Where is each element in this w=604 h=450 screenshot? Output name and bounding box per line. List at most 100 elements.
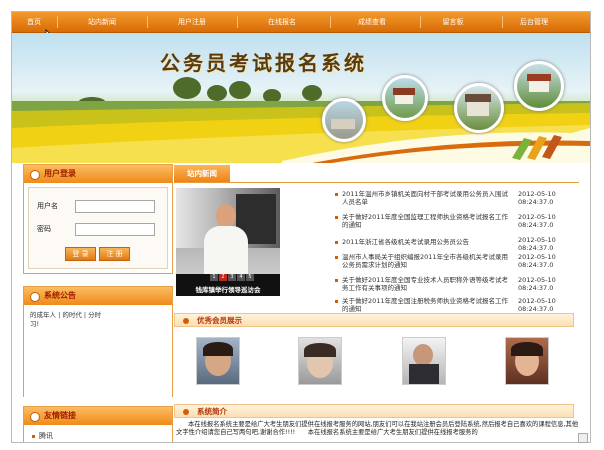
- banner-photo-circle: [514, 61, 564, 111]
- hair-shape: [203, 342, 233, 356]
- nav-divider: [330, 16, 331, 28]
- nav-admin[interactable]: 后台管理: [514, 12, 554, 32]
- roof-shape: [465, 94, 491, 102]
- news-item[interactable]: 2011年浙江省各级机关考试录用公务员公告: [335, 238, 514, 246]
- login-box-header: 用户登录: [24, 165, 172, 183]
- news-item-date: 2012-05-10 08:24:37.0: [518, 297, 556, 313]
- hair-shape: [304, 343, 336, 357]
- news-item-title: 温州市人事局关于组织编报2011年全市各级机关考试录用公务员需求计划的通知: [342, 253, 509, 269]
- news-time: 08:24:37.0: [518, 284, 554, 292]
- news-time: 08:24:37.0: [518, 244, 554, 252]
- user-icon: [30, 170, 40, 180]
- news-item-date: 2012-05-10 08:24:37.0: [518, 190, 556, 206]
- nav-news[interactable]: 站内新闻: [82, 12, 122, 32]
- announcement-box: 系统公告 的成年人 | 的时代 | 分时 习!: [23, 286, 173, 397]
- resize-handle-icon[interactable]: [578, 433, 588, 443]
- news-date: 2012-05-10: [518, 297, 556, 305]
- links-header: 友情链接: [24, 407, 172, 425]
- news-item-date: 2012-05-10 08:24:37.0: [518, 213, 556, 229]
- house-shape: [395, 94, 413, 104]
- login-box: 用户登录 用户名 密码 登 录 注 册: [23, 164, 173, 274]
- left-column: 用户登录 用户名 密码 登 录 注 册 系统公告 的成年人 | 的时代 | 分时…: [23, 162, 173, 442]
- news-item[interactable]: 2011年温州市乡镇机关面向村干部考试录用公务员入围试人员名单: [335, 190, 514, 206]
- nav-register[interactable]: 用户注册: [172, 12, 212, 32]
- bullet-icon: [32, 434, 35, 438]
- hair-shape: [511, 342, 543, 356]
- link-label: 腾讯: [39, 432, 53, 440]
- nav-divider: [420, 16, 421, 28]
- news-item[interactable]: 关于做好2011年度全国监理工程师执业资格考试报名工作的通知: [335, 213, 514, 229]
- username-input[interactable]: [75, 200, 155, 213]
- news-date: 2012-05-10: [518, 253, 556, 261]
- banner-photo-circle: [382, 75, 428, 121]
- nav-scores[interactable]: 成绩查看: [352, 12, 392, 32]
- news-time: 08:24:37.0: [518, 221, 554, 229]
- suit-shape: [409, 364, 439, 384]
- link-icon: [30, 412, 40, 422]
- nav-guestbook[interactable]: 留言板: [437, 12, 469, 32]
- login-button[interactable]: 登 录: [65, 247, 96, 261]
- news-time: 08:24:37.0: [518, 305, 554, 313]
- news-tab[interactable]: 站内新闻: [174, 165, 230, 182]
- news-item-title: 关于做好2011年度全国注册税务师执业资格考试报名工作的通知: [342, 297, 509, 313]
- link-item[interactable]: 腾讯: [32, 431, 53, 441]
- news-item-title: 关于做好2011年度全国监理工程师执业资格考试报名工作的通知: [342, 213, 509, 229]
- register-button[interactable]: 注 册: [99, 247, 130, 261]
- nav-home[interactable]: 首页: [20, 12, 48, 32]
- login-form: 用户名 密码 登 录 注 册: [28, 187, 168, 269]
- nav-divider: [57, 16, 58, 28]
- top-nav: 首页 站内新闻 用户注册 在线报名 成绩查看 留言板 后台管理: [12, 12, 590, 33]
- banner-photo-circle: [322, 98, 366, 142]
- links-box: 友情链接 腾讯: [23, 406, 173, 442]
- username-label: 用户名: [37, 202, 58, 210]
- roof-shape: [393, 88, 415, 95]
- house-shape: [467, 100, 489, 116]
- announcement-title: 系统公告: [44, 291, 76, 300]
- news-time: 08:24:37.0: [518, 198, 554, 206]
- roof-shape: [527, 74, 551, 81]
- member-avatar[interactable]: [402, 337, 446, 385]
- members-header: 优秀会员展示: [174, 313, 574, 327]
- star-icon: [183, 318, 189, 324]
- links-title: 友情链接: [44, 411, 76, 420]
- news-item-date: 2012-05-10 08:24:37.0: [518, 276, 556, 292]
- news-item-title: 关于做好2011年度全国专业技术人员职称外语等级考试考务工作有关事项的通知: [342, 276, 509, 292]
- banner: 公务员考试报名系统: [12, 33, 590, 163]
- bullet-icon: [335, 300, 338, 303]
- face-shape: [413, 344, 433, 366]
- nav-divider: [147, 16, 148, 28]
- bullet-icon: [335, 216, 338, 219]
- password-input[interactable]: [75, 223, 155, 236]
- intro-header: 系统简介: [174, 404, 574, 418]
- news-list: 2011年温州市乡镇机关面向村干部考试录用公务员入围试人员名单 2012-05-…: [172, 190, 582, 320]
- news-date: 2012-05-10: [518, 190, 556, 198]
- password-label: 密码: [37, 225, 51, 233]
- page-frame: 首页 站内新闻 用户注册 在线报名 成绩查看 留言板 后台管理 公务员考试报名系…: [11, 11, 591, 443]
- news-time: 08:24:37.0: [518, 261, 554, 269]
- house-shape: [529, 80, 549, 92]
- bullet-icon: [335, 193, 338, 196]
- news-date: 2012-05-10: [518, 276, 556, 284]
- news-item[interactable]: 关于做好2011年度全国专业技术人员职称外语等级考试考务工作有关事项的通知: [335, 276, 514, 292]
- news-item-title: 2011年浙江省各级机关考试录用公务员公告: [342, 238, 470, 246]
- member-avatar[interactable]: [298, 337, 342, 385]
- news-item[interactable]: 关于做好2011年度全国注册税务师执业资格考试报名工作的通知: [335, 297, 514, 313]
- intro-text: 本在线报名系统主要是给广大考生朋友们提供在线报考服务的网站,朋友们可以在我站注册…: [176, 421, 579, 436]
- news-item-title: 2011年温州市乡镇机关面向村干部考试录用公务员入围试人员名单: [342, 190, 509, 206]
- news-item-date: 2012-05-10 08:24:37.0: [518, 236, 556, 252]
- intro-title: 系统简介: [197, 407, 227, 416]
- nav-divider: [237, 16, 238, 28]
- house-shape: [331, 119, 355, 129]
- nav-apply[interactable]: 在线报名: [262, 12, 302, 32]
- bullet-icon: [335, 256, 338, 259]
- members-title: 优秀会员展示: [197, 316, 242, 325]
- nav-divider: [502, 16, 503, 28]
- news-date: 2012-05-10: [518, 236, 556, 244]
- news-item[interactable]: 温州市人事局关于组织编报2011年全市各级机关考试录用公务员需求计划的通知: [335, 253, 514, 269]
- announcement-header: 系统公告: [24, 287, 172, 305]
- news-date: 2012-05-10: [518, 213, 556, 221]
- announcement-text: 的成年人 | 的时代 | 分时: [30, 311, 102, 319]
- member-avatar[interactable]: [196, 337, 240, 385]
- member-avatar[interactable]: [505, 337, 549, 385]
- news-tab-bar: 站内新闻: [174, 165, 579, 183]
